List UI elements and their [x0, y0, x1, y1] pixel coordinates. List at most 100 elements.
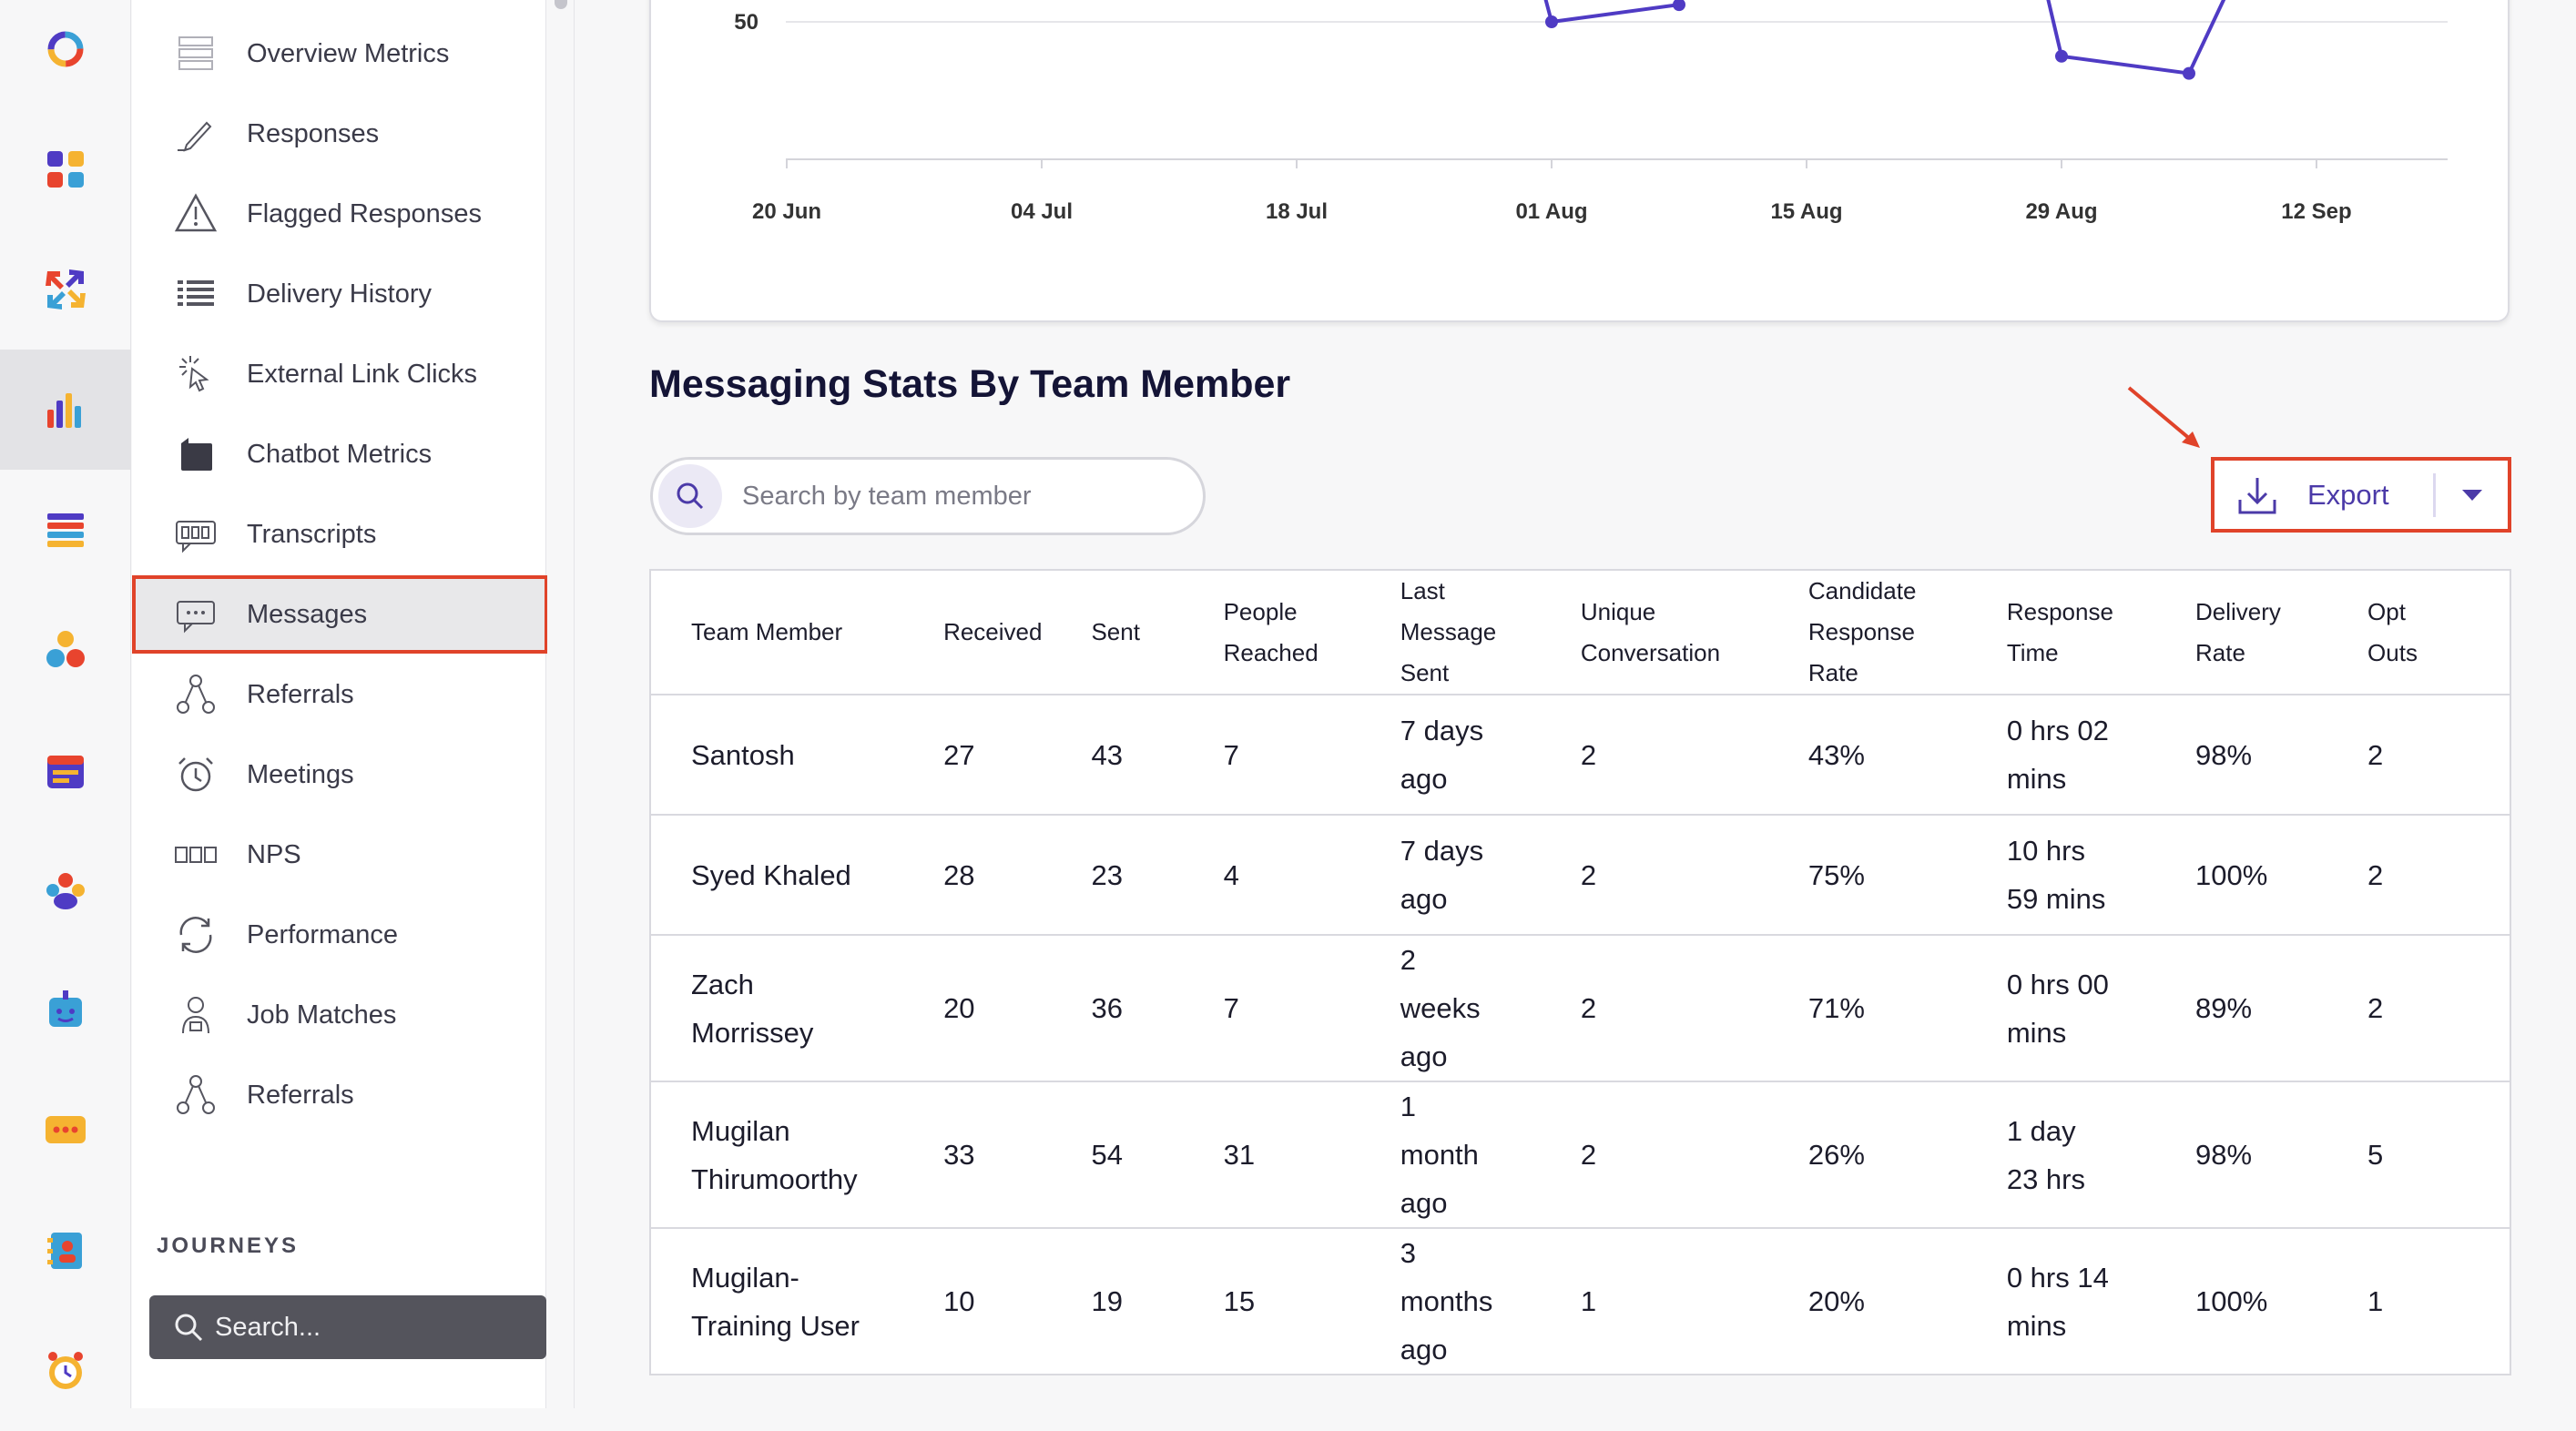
messages-trend-chart: 50 20 Jun 04 Jul 18 Jul 01 Aug 15 Aug 29 Aug 12… — [649, 0, 2510, 322]
nav-item-job-matches[interactable]: Job Matches — [132, 975, 546, 1055]
column-header-text: Outs — [2367, 638, 2418, 666]
delivery-list-icon — [168, 267, 223, 321]
nav-item-messages[interactable]: Messages — [132, 575, 548, 654]
team-member-search[interactable] — [650, 457, 1206, 535]
column-header-people-reached[interactable]: People Reached — [1183, 569, 1360, 695]
column-header-team-member[interactable]: Team Member — [648, 569, 904, 695]
cell-text: 10 hrs — [2006, 835, 2085, 867]
cell-received: 33 — [903, 1081, 1052, 1229]
overview-metrics-icon — [168, 26, 223, 81]
app-icon-rail — [0, 0, 131, 1408]
nav-item-overview-metrics[interactable]: Overview Metrics — [132, 14, 546, 94]
data-point — [2183, 66, 2195, 80]
people-circles-icon[interactable] — [0, 590, 131, 710]
nav-item-transcripts[interactable]: Transcripts — [132, 494, 546, 574]
column-header-received[interactable]: Received — [903, 569, 1052, 695]
cell-text: 7 — [1223, 992, 1239, 1024]
sidebar-scrollbar[interactable] — [547, 0, 575, 1408]
x-tick-label: 18 Jul — [1266, 199, 1328, 224]
x-tick-label: 01 Aug — [1515, 199, 1587, 224]
cell-sent: 23 — [1051, 814, 1184, 936]
table-row[interactable]: Mugilan Thirumoorthy 33 54 31 1 month ago 2 26% 1 … — [648, 1081, 2511, 1229]
cell-text: Thirumoorthy — [691, 1162, 858, 1195]
list-stack-icon[interactable] — [0, 470, 131, 590]
logo-icon[interactable] — [0, 0, 131, 109]
column-header-opt-outs[interactable]: Opt Outs — [2327, 569, 2511, 695]
cell-text: 26% — [1807, 1139, 1865, 1171]
cell-text: Mugilan- — [691, 1261, 799, 1294]
cell-people-reached: 15 — [1183, 1227, 1360, 1375]
dashboard-grid-icon[interactable] — [0, 109, 131, 229]
nav-item-referrals-2[interactable]: Referrals — [132, 1055, 546, 1135]
nav-item-external-link-clicks[interactable]: External Link Clicks — [132, 334, 546, 414]
export-button[interactable]: Export — [2215, 461, 2433, 529]
cell-text: 7 — [1223, 738, 1239, 771]
cell-team-member: Mugilan- Training User — [648, 1227, 904, 1375]
table-row[interactable]: Zach Morrissey 20 36 7 2 weeks ago 2 71% 0 hrs 00 m… — [648, 934, 2511, 1082]
cell-candidate-response-rate: 43% — [1767, 694, 1967, 816]
cell-text: Mugilan — [691, 1114, 790, 1147]
table-row[interactable]: Santosh 27 43 7 7 days ago 2 43% 0 hrs 02 mins 98%… — [648, 694, 2511, 816]
plot-area — [786, 0, 2448, 159]
cell-text: Zach — [691, 968, 754, 1000]
y-tick-label: 50 — [734, 10, 759, 35]
column-header-unique-conversation[interactable]: Unique Conversation — [1540, 569, 1768, 695]
x-tick-label: 20 Jun — [752, 199, 821, 224]
column-header-text: Response — [2006, 597, 2113, 625]
nav-label: Referrals — [247, 679, 354, 709]
export-button-group: Export — [2211, 457, 2511, 533]
nav-label: Transcripts — [247, 519, 377, 549]
nav-item-delivery-history[interactable]: Delivery History — [132, 254, 546, 334]
calendar-icon[interactable] — [0, 710, 131, 830]
nav-label: Overview Metrics — [247, 38, 450, 68]
column-header-text: Delivery — [2194, 597, 2281, 625]
bot-icon[interactable] — [0, 950, 131, 1071]
nav-item-flagged-responses[interactable]: Flagged Responses — [132, 174, 546, 254]
cell-text: Morrissey — [691, 1016, 814, 1049]
message-icon — [168, 587, 223, 642]
cell-text: Santosh — [691, 738, 795, 771]
nav-item-chatbot-metrics[interactable]: Chatbot Metrics — [132, 414, 546, 494]
cell-candidate-response-rate: 75% — [1767, 814, 1967, 936]
nav-item-meetings[interactable]: Meetings — [132, 735, 546, 815]
column-header-last-message-sent[interactable]: Last Message Sent — [1359, 569, 1541, 695]
cell-candidate-response-rate: 20% — [1767, 1227, 1967, 1375]
alarm-clock-icon[interactable] — [0, 1311, 131, 1431]
nav-item-performance[interactable]: Performance — [132, 895, 546, 975]
cell-team-member: Syed Khaled — [648, 814, 904, 936]
column-header-delivery-rate[interactable]: Delivery Rate — [2154, 569, 2328, 695]
nav-item-nps[interactable]: NPS — [132, 815, 546, 895]
team-icon[interactable] — [0, 830, 131, 950]
column-header-sent[interactable]: Sent — [1051, 569, 1184, 695]
contact-book-icon[interactable] — [0, 1191, 131, 1311]
cell-text: 3 — [1400, 1237, 1416, 1269]
column-header-response-time[interactable]: Response Time — [1966, 569, 2155, 695]
cell-last-message-sent: 3 months ago — [1359, 1227, 1541, 1375]
cell-text: 2 — [2367, 992, 2384, 1024]
nav-item-responses[interactable]: Responses — [132, 94, 546, 174]
cell-received: 20 — [903, 934, 1052, 1082]
export-dropdown-toggle[interactable] — [2436, 461, 2509, 529]
bar-chart-icon[interactable] — [0, 350, 131, 470]
x-tick-label: 12 Sep — [2281, 199, 2351, 224]
journeys-search-field[interactable]: Search... — [149, 1295, 546, 1359]
chat-bubble-icon[interactable] — [0, 1071, 131, 1191]
nav-item-referrals[interactable]: Referrals — [132, 655, 546, 735]
column-header-text: Sent — [1091, 618, 1140, 645]
column-header-candidate-response-rate[interactable]: Candidate Response Rate — [1767, 569, 1967, 695]
cell-people-reached: 31 — [1183, 1081, 1360, 1229]
cell-text: Training User — [691, 1309, 860, 1342]
arrows-exchange-icon[interactable] — [0, 229, 131, 350]
column-header-text: Rate — [1807, 659, 1858, 686]
scrollbar-thumb[interactable] — [555, 0, 567, 9]
cell-text: 2 — [1400, 944, 1416, 976]
nav-label: Delivery History — [247, 279, 433, 309]
team-member-search-input[interactable] — [742, 481, 1179, 512]
cell-unique-conversation: 2 — [1540, 934, 1768, 1082]
cell-response-time: 1 day 23 hrs — [1966, 1081, 2155, 1229]
table-row[interactable]: Syed Khaled 28 23 4 7 days ago 2 75% 10 hrs 59 mi… — [648, 814, 2511, 936]
table-row[interactable]: Mugilan- Training User 10 19 15 3 months ago 1 20… — [648, 1227, 2511, 1375]
cell-text: mins — [2006, 1309, 2067, 1342]
cell-opt-outs: 2 — [2327, 814, 2511, 936]
x-tick-label: 15 Aug — [1770, 199, 1842, 224]
